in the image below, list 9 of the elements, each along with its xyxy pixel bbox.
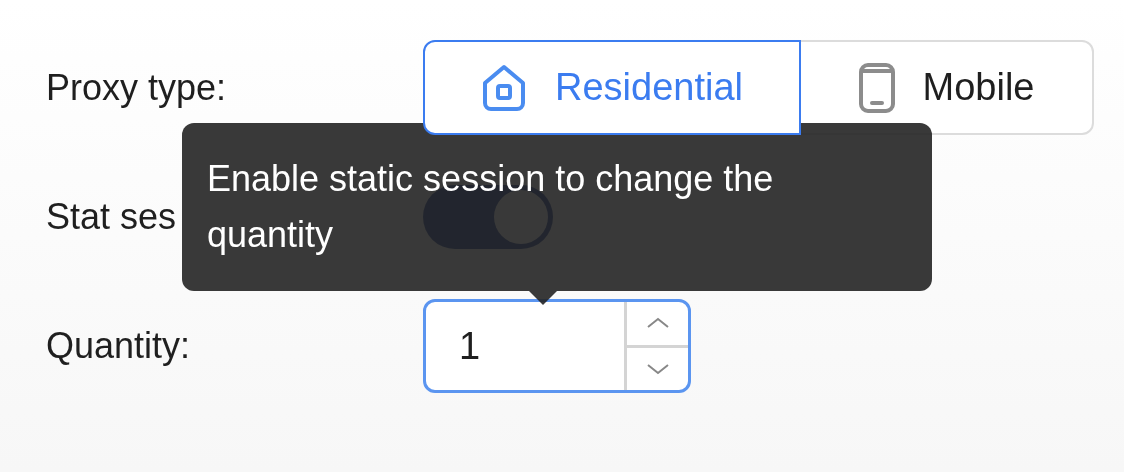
field-label: Proxy type:: [46, 66, 227, 108]
tooltip-text: Enable static session to change the quantity: [207, 157, 775, 257]
phone-icon: [858, 62, 895, 113]
segment-tab[interactable]: Mobile: [799, 40, 1094, 135]
field-label: Quantity:: [46, 325, 191, 366]
house-icon: [481, 62, 527, 113]
quantity-field[interactable]: 1: [423, 299, 691, 393]
field-label: Stat ses: [46, 196, 177, 237]
segment-tab[interactable]: Residential: [423, 40, 801, 135]
